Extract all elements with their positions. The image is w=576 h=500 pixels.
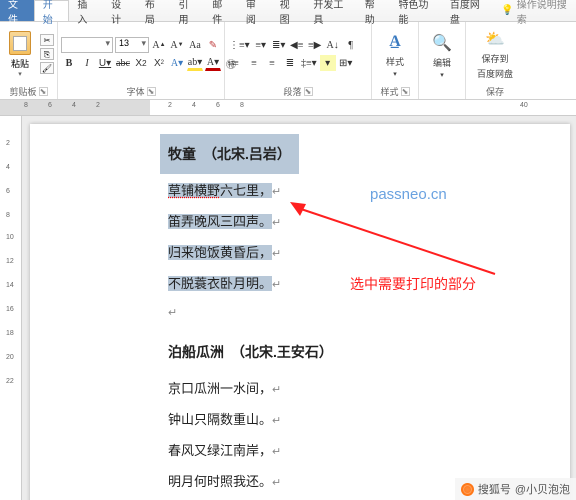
blank-line[interactable]: ↵ [160,298,299,325]
vertical-ruler[interactable]: 2468 10121416 182022 [0,116,22,500]
shading-button[interactable]: ▾ [320,55,336,71]
editing-button[interactable]: 🔍 编辑▾ [422,32,462,79]
tab-layout[interactable]: 布局 [137,0,171,21]
tab-view[interactable]: 视图 [272,0,306,21]
indent-dec-button[interactable]: ◀≡ [289,37,305,53]
page-area[interactable]: 牧童 （北宋.吕岩） 草铺横野六七里，↵ 笛弄晚风三四声。↵ 归来饱饭黄昏后，↵… [22,116,576,500]
align-left-button[interactable]: ≡ [228,55,244,71]
clear-format-button[interactable]: ✎ [205,37,221,53]
font-color-button[interactable]: A▾ [205,55,221,71]
author-label: @小贝泡泡 [515,481,570,497]
tab-review[interactable]: 审阅 [238,0,272,21]
justify-button[interactable]: ≣ [282,55,298,71]
styles-launcher[interactable]: ⬊ [401,87,410,96]
group-clipboard: 粘贴 ▾ ✂ ⎘ 🖌 剪贴板⬊ [0,22,58,99]
cloud-icon: ⛅ [484,28,506,50]
tab-features[interactable]: 特色功能 [390,0,441,21]
multilevel-button[interactable]: ≣▾ [271,37,287,53]
poem2-line3[interactable]: 春风又绿江南岸，↵ [160,434,341,465]
line-spacing-button[interactable]: ‡≡▾ [300,55,318,71]
font-launcher[interactable]: ⬊ [147,87,156,96]
tab-help[interactable]: 帮助 [357,0,391,21]
poem1-title[interactable]: 牧童 （北宋.吕岩） [160,134,299,174]
change-case-button[interactable]: Aa [187,37,203,53]
lightbulb-icon: 💡 [501,5,513,16]
clipboard-launcher[interactable]: ⬊ [39,87,48,96]
group-font: 13 A▲ A▼ Aa ✎ B I U▾ abc X2 X2 A▾ ab▾ A▾… [58,22,225,99]
styles-icon: A̲ [384,31,406,53]
bullets-button[interactable]: ⋮≡▾ [228,37,251,53]
tab-baidu[interactable]: 百度网盘 [442,0,493,21]
annotation-text: 选中需要打印的部分 [350,274,476,294]
poem1-line2[interactable]: 笛弄晚风三四声。↵ [160,205,299,236]
group-styles: A̲ 样式▾ 样式⬊ [372,22,419,99]
horizontal-ruler[interactable]: 8642 2468 40 [0,100,576,116]
source-footer: 搜狐号 @小贝泡泡 [455,478,576,500]
bold-button[interactable]: B [61,55,77,71]
poem1-line1[interactable]: 草铺横野六七里，↵ [160,174,299,205]
styles-button[interactable]: A̲ 样式▾ [375,31,415,78]
sort-button[interactable]: A↓ [325,37,341,53]
arrow-icon [290,202,500,280]
subscript-button[interactable]: X2 [133,55,149,71]
font-name-select[interactable] [61,37,113,53]
copy-button[interactable]: ⎘ [40,48,54,60]
group-editing: 🔍 编辑▾ [419,22,466,99]
italic-button[interactable]: I [79,55,95,71]
numbering-button[interactable]: ≡▾ [253,37,269,53]
superscript-button[interactable]: X2 [151,55,167,71]
poem1-line3[interactable]: 归来饱饭黄昏后，↵ [160,236,299,267]
indent-inc-button[interactable]: ≡▶ [307,37,323,53]
paste-button[interactable]: 粘贴 [11,57,29,70]
group-cloud: ⛅ 保存到百度网盘 保存 [466,22,524,99]
poem-2: 泊船瓜洲 （北宋.王安石） 京口瓜洲一水间，↵ 钟山只隔数重山。↵ 春风又绿江南… [160,332,341,496]
font-size-select[interactable]: 13 [115,37,149,53]
workspace: 2468 10121416 182022 牧童 （北宋.吕岩） 草铺横野六七里，… [0,116,576,500]
poem1-line4[interactable]: 不脱蓑衣卧月明。↵ [160,267,299,298]
tab-home[interactable]: 开始 [34,0,70,21]
poem2-line1[interactable]: 京口瓜洲一水间，↵ [160,372,341,403]
align-right-button[interactable]: ≡ [264,55,280,71]
underline-button[interactable]: U▾ [97,55,113,71]
shrink-font-button[interactable]: A▼ [169,37,185,53]
file-tab[interactable]: 文件 [0,0,34,21]
ribbon: 粘贴 ▾ ✂ ⎘ 🖌 剪贴板⬊ 13 A▲ A▼ Aa ✎ B I [0,22,576,100]
format-painter-button[interactable]: 🖌 [40,62,54,74]
sohu-logo-icon [461,483,474,496]
save-cloud-button[interactable]: ⛅ 保存到百度网盘 [469,28,521,80]
watermark: passneo.cn [370,186,447,203]
tab-references[interactable]: 引用 [171,0,205,21]
source-label: 搜狐号 [478,481,511,497]
show-marks-button[interactable]: ¶ [343,37,359,53]
cut-button[interactable]: ✂ [40,34,54,46]
group-paragraph: ⋮≡▾ ≡▾ ≣▾ ◀≡ ≡▶ A↓ ¶ ≡ ≡ ≡ ≣ ‡≡▾ ▾ ⊞▾ 段落… [225,22,372,99]
align-center-button[interactable]: ≡ [246,55,262,71]
find-icon: 🔍 [431,32,453,54]
grow-font-button[interactable]: A▲ [151,37,167,53]
page: 牧童 （北宋.吕岩） 草铺横野六七里，↵ 笛弄晚风三四声。↵ 归来饱饭黄昏后，↵… [30,124,570,500]
tab-developer[interactable]: 开发工具 [305,0,356,21]
poem2-line4[interactable]: 明月何时照我还。↵ [160,465,341,496]
strike-button[interactable]: abc [115,55,131,71]
poem-1: 牧童 （北宋.吕岩） 草铺横野六七里，↵ 笛弄晚风三四声。↵ 归来饱饭黄昏后，↵… [160,134,299,325]
poem2-title[interactable]: 泊船瓜洲 （北宋.王安石） [160,332,341,372]
tell-me-search[interactable]: 💡操作说明搜索 [493,0,576,21]
highlight-button[interactable]: ab▾ [187,55,203,71]
menu-tabs: 文件 开始 插入 设计 布局 引用 邮件 审阅 视图 开发工具 帮助 特色功能 … [0,0,576,22]
para-launcher[interactable]: ⬊ [304,87,313,96]
poem2-line2[interactable]: 钟山只隔数重山。↵ [160,403,341,434]
tab-mailings[interactable]: 邮件 [204,0,238,21]
paste-icon[interactable] [9,31,31,55]
text-effects-button[interactable]: A▾ [169,55,185,71]
borders-button[interactable]: ⊞▾ [338,55,354,71]
tab-design[interactable]: 设计 [103,0,137,21]
tab-insert[interactable]: 插入 [69,0,103,21]
